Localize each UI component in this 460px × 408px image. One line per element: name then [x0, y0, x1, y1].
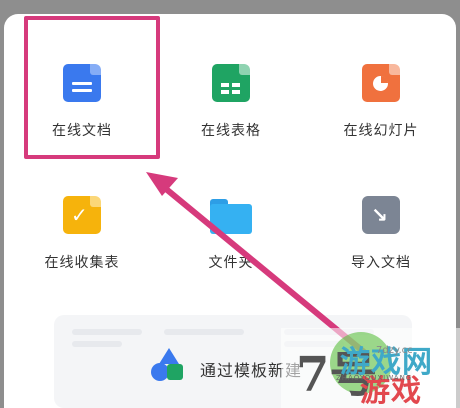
watermark-sub-2: ZHAOYOUXIWANG — [336, 374, 413, 382]
watermark-text-2: 游戏 — [360, 374, 422, 408]
watermark-sub-1: 7dzy.cc — [376, 345, 413, 356]
